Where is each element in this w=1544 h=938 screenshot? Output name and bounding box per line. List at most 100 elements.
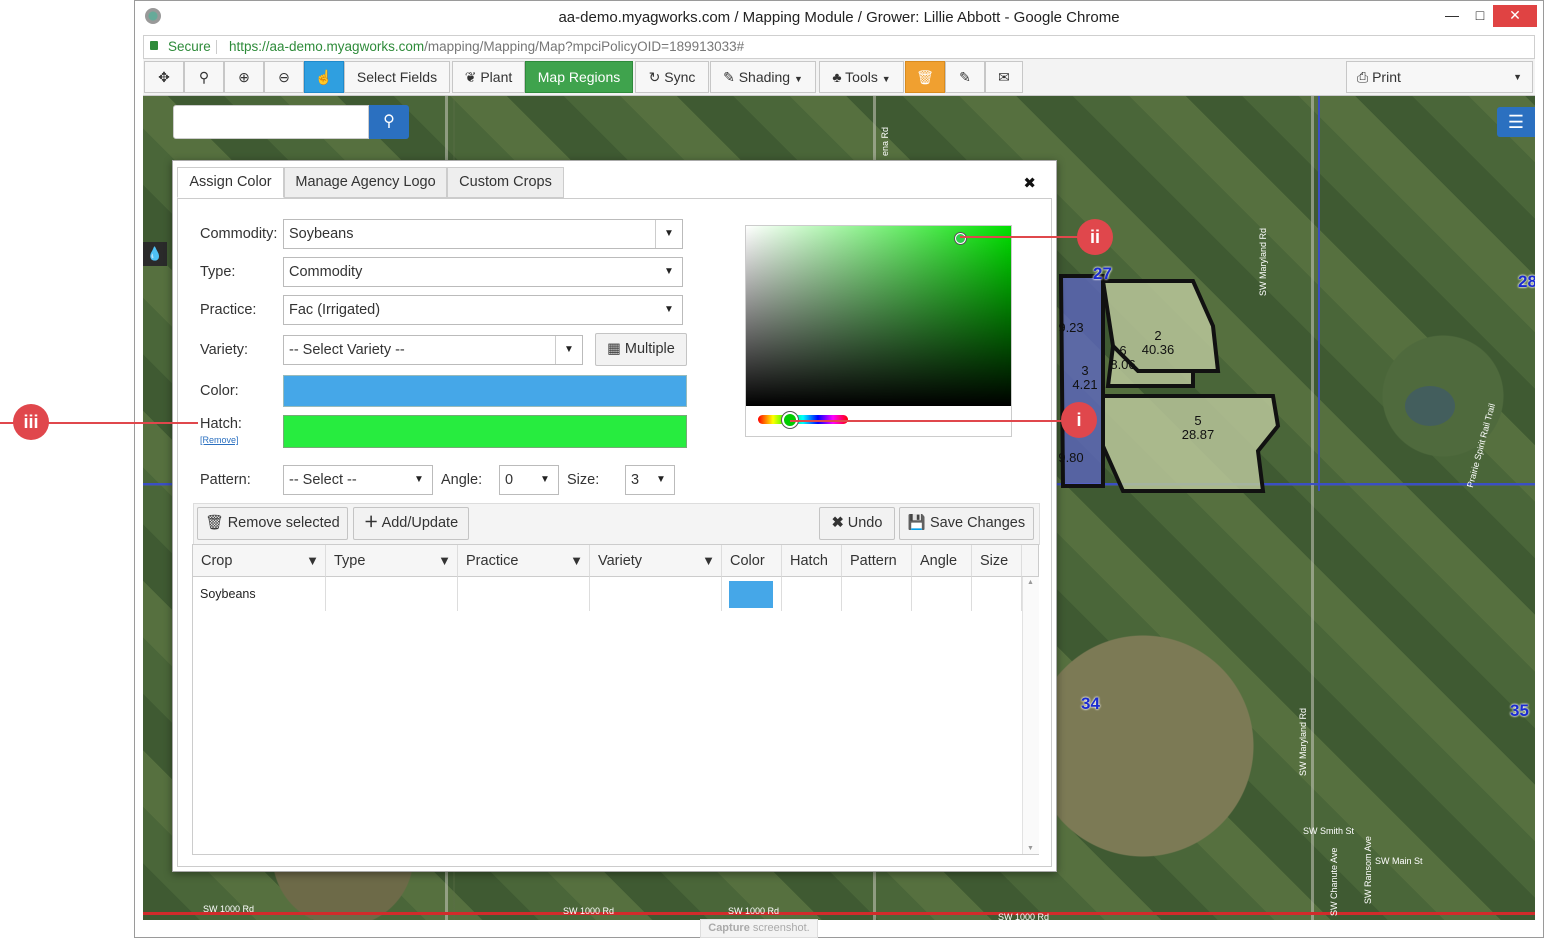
title-bar: aa-demo.myagworks.com / Mapping Module /…	[135, 1, 1543, 34]
drop-tool-button[interactable]: 💧	[143, 242, 167, 266]
cell-type[interactable]	[326, 577, 458, 611]
cell-size[interactable]	[972, 577, 1022, 611]
droplet-icon: 💧	[146, 246, 164, 261]
filter-icon[interactable]: ▼	[570, 545, 583, 577]
caret-down-icon: ▼	[1513, 72, 1522, 82]
callout-line-stub	[0, 422, 14, 424]
column-header-pattern[interactable]: Pattern	[842, 545, 912, 577]
email-button[interactable]: ✉	[985, 61, 1023, 93]
move-arrows-icon: ✥	[158, 69, 170, 85]
type-value: Commodity	[289, 264, 363, 280]
cell-pattern[interactable]	[842, 577, 912, 611]
field-label-6: 6 8.06	[1110, 343, 1136, 372]
section-line	[1318, 96, 1320, 491]
filter-icon[interactable]: ▼	[438, 545, 451, 577]
field-label-b: 9.80	[1058, 450, 1084, 465]
add-update-button[interactable]: ＋ Add/Update	[353, 507, 469, 540]
color-label: Color:	[200, 383, 239, 399]
tab-custom-crops[interactable]: Custom Crops	[447, 167, 564, 198]
delete-button[interactable]: 🗑	[905, 61, 945, 93]
address-bar[interactable]: Secure https://aa-demo.myagworks.com/map…	[143, 35, 1535, 59]
caret-down-icon: ▼	[540, 474, 550, 485]
map-search-box: ⚲	[173, 105, 409, 139]
variety-select[interactable]: -- Select Variety -- ▼	[283, 335, 583, 365]
layers-menu-button[interactable]: ☰	[1497, 107, 1535, 137]
trash-icon: 🗑	[205, 515, 224, 531]
zoom-in-button[interactable]: ⊕	[224, 61, 264, 93]
plant-button[interactable]: ❦ Plant	[452, 61, 525, 93]
column-header-variety[interactable]: Variety ▼	[590, 545, 722, 577]
color-swatch[interactable]	[283, 375, 687, 407]
column-header-practice[interactable]: Practice ▼	[458, 545, 590, 577]
saturation-handle[interactable]	[955, 233, 966, 244]
save-icon: 💾	[907, 515, 926, 531]
select-pointer-button[interactable]: ☝	[304, 61, 344, 93]
size-select[interactable]: 3 ▼	[625, 465, 675, 495]
sync-button[interactable]: ↻ Sync	[635, 61, 709, 93]
hamburger-icon: ☰	[1507, 112, 1525, 132]
undo-button[interactable]: ✖ Undo	[819, 507, 895, 540]
road-label: SW Smith St	[1303, 826, 1355, 836]
secure-label: Secure	[168, 39, 211, 54]
column-header-crop[interactable]: Crop ▼	[193, 545, 326, 577]
cell-angle[interactable]	[912, 577, 972, 611]
dialog-tabs: Assign Color Manage Agency Logo Custom C…	[177, 167, 1052, 199]
column-header-angle[interactable]: Angle	[912, 545, 972, 577]
field-label-5: 5 28.87	[1181, 413, 1215, 442]
plant-label: Plant	[480, 69, 513, 85]
shading-button[interactable]: ✎ Shading ▼	[710, 61, 816, 93]
caret-down-icon: ▼	[664, 304, 674, 315]
column-header-size[interactable]: Size	[972, 545, 1022, 577]
column-header-hatch[interactable]: Hatch	[782, 545, 842, 577]
cell-hatch[interactable]	[782, 577, 842, 611]
filter-icon[interactable]: ▼	[306, 545, 319, 577]
filter-icon[interactable]: ▼	[702, 545, 715, 577]
cell-practice[interactable]	[458, 577, 590, 611]
angle-select[interactable]: 0 ▼	[499, 465, 559, 495]
callout-line-iii	[48, 422, 198, 424]
shading-label: Shading	[738, 69, 791, 85]
cell-variety[interactable]	[590, 577, 722, 611]
window-title: aa-demo.myagworks.com / Mapping Module /…	[558, 9, 1120, 26]
remove-selected-button[interactable]: 🗑 Remove selected	[197, 507, 348, 540]
pattern-select[interactable]: -- Select -- ▼	[283, 465, 433, 495]
pan-button[interactable]: ✥	[144, 61, 184, 93]
tab-assign-color[interactable]: Assign Color	[177, 167, 284, 198]
map-regions-button[interactable]: Map Regions	[525, 61, 633, 93]
pattern-label: Pattern:	[200, 472, 251, 488]
commodity-select[interactable]: Soybeans ▼	[283, 219, 683, 249]
zoom-out-button[interactable]: ⊖	[264, 61, 304, 93]
section-label-28: 28	[1518, 272, 1535, 291]
practice-select[interactable]: Fac (Irrigated) ▼	[283, 295, 683, 325]
edit-button[interactable]: ✎	[945, 61, 985, 93]
grid-scrollbar[interactable]: ▲ ▼	[1022, 577, 1039, 854]
road-label: SW Maryland Rd	[1258, 227, 1268, 296]
tools-button[interactable]: ♣ Tools ▼	[819, 61, 904, 93]
hatch-swatch[interactable]	[283, 415, 687, 448]
column-header-color[interactable]: Color	[722, 545, 782, 577]
multiple-button[interactable]: ▦ Multiple	[595, 333, 687, 366]
scroll-up-icon[interactable]: ▲	[1027, 579, 1034, 586]
print-button[interactable]: ⎙ Print ▼	[1346, 61, 1533, 93]
save-changes-button[interactable]: 💾 Save Changes	[899, 507, 1034, 540]
saturation-value-area[interactable]	[746, 226, 1011, 406]
scroll-down-icon[interactable]: ▼	[1027, 845, 1034, 852]
url-text[interactable]: https://aa-demo.myagworks.com/mapping/Ma…	[229, 36, 744, 58]
type-select[interactable]: Commodity ▼	[283, 257, 683, 287]
column-header-type[interactable]: Type ▼	[326, 545, 458, 577]
minimize-button[interactable]: —	[1439, 5, 1465, 27]
commodity-value: Soybeans	[289, 226, 354, 242]
select-fields-button[interactable]: Select Fields	[344, 61, 450, 93]
tab-manage-agency-logo[interactable]: Manage Agency Logo	[284, 167, 447, 198]
map-search-input[interactable]	[173, 105, 369, 139]
cell-crop[interactable]: Soybeans	[193, 577, 326, 611]
caret-down-icon: ▼	[656, 474, 666, 485]
map-search-button[interactable]: ⚲	[369, 105, 409, 139]
cell-color[interactable]	[722, 577, 782, 611]
hatch-remove-link[interactable]: [Remove]	[200, 435, 239, 445]
close-window-button[interactable]: ✕	[1493, 5, 1537, 27]
search-icon: ⚲	[383, 113, 395, 130]
pin-button[interactable]: ⚲	[184, 61, 224, 93]
dialog-close-button[interactable]: ✖	[1023, 174, 1036, 192]
maximize-button[interactable]: □	[1467, 5, 1493, 27]
